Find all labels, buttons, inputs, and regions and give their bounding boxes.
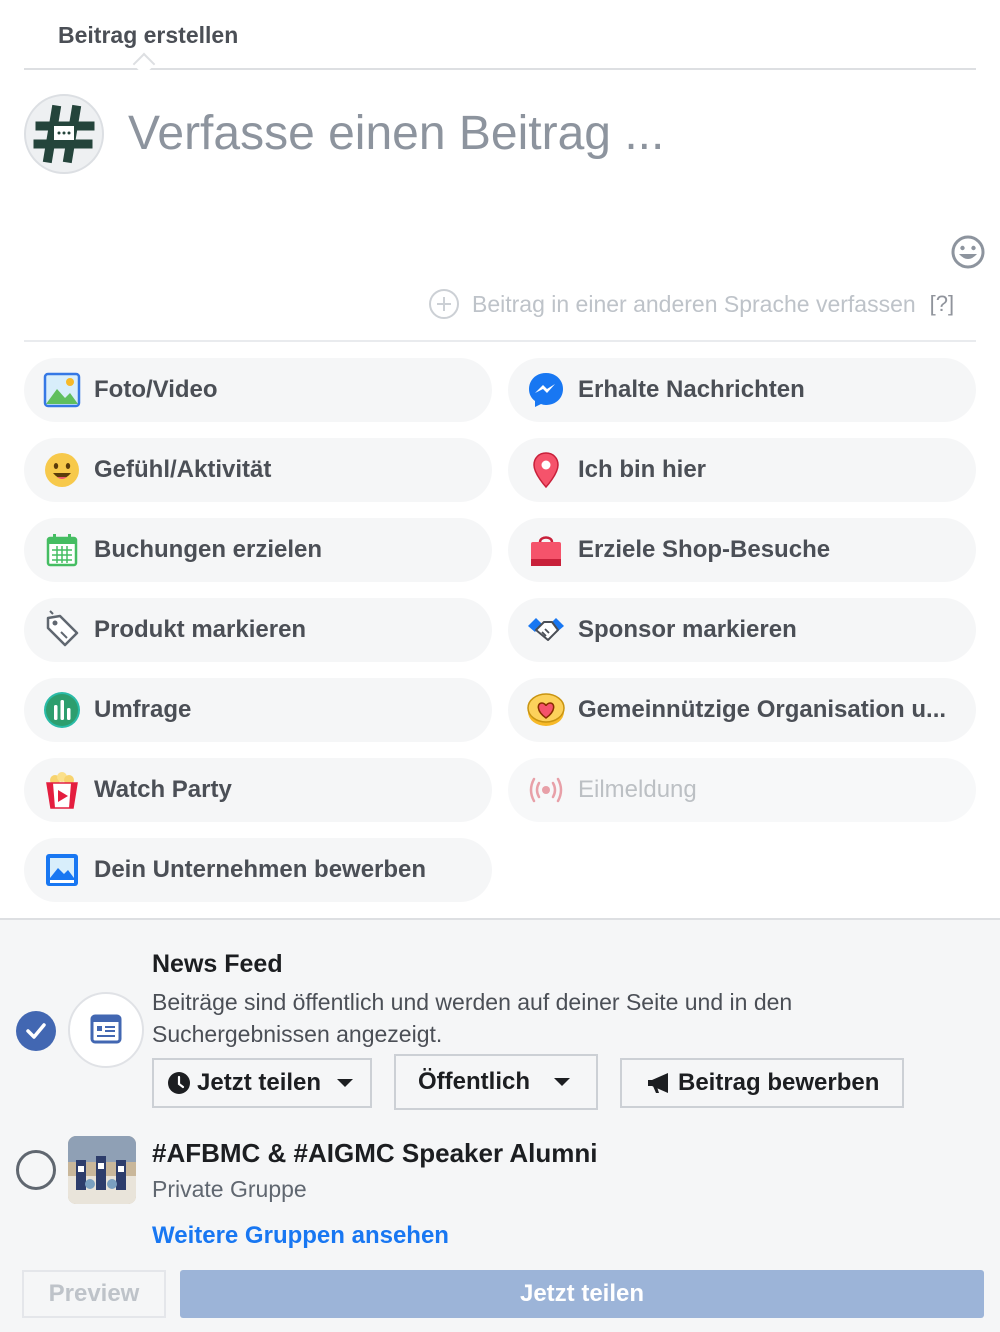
option-tag-sponsor[interactable]: Sponsor markieren (508, 598, 976, 662)
calendar-icon (46, 534, 78, 567)
handshake-icon (528, 618, 564, 641)
poll-icon (44, 692, 80, 728)
megaphone-icon (648, 1073, 668, 1093)
help-link[interactable]: [?] (930, 291, 954, 317)
tag-icon (46, 610, 79, 647)
news-feed-checkbox[interactable] (16, 1011, 56, 1051)
more-groups-link[interactable]: Weitere Gruppen ansehen (152, 1222, 449, 1250)
page-avatar (24, 94, 104, 174)
news-feed-icon (68, 992, 144, 1068)
caret-down-icon (554, 1078, 570, 1086)
checkmark-icon (26, 1023, 46, 1039)
option-label: Gefühl/Aktivität (94, 456, 272, 483)
option-label: Gemeinnützige Organisation u... (578, 696, 947, 723)
privacy-label: Öffentlich (418, 1068, 530, 1095)
option-tag-product[interactable]: Produkt markieren (24, 598, 492, 662)
schedule-dropdown[interactable]: Jetzt teilen (152, 1058, 372, 1108)
option-watch-party[interactable]: Watch Party (24, 758, 492, 822)
preview-button[interactable]: Preview (22, 1270, 166, 1318)
clock-icon (168, 1072, 190, 1094)
feed-icon (90, 1014, 122, 1044)
option-label: Buchungen erzielen (94, 536, 323, 563)
option-poll[interactable]: Umfrage (24, 678, 492, 742)
divider (24, 340, 976, 342)
option-photo-video[interactable]: Foto/Video (24, 358, 492, 422)
other-language-row: Beitrag in einer anderen Sprache verfass… (428, 286, 954, 322)
popcorn-icon (46, 772, 78, 809)
location-pin-icon (533, 452, 559, 489)
option-label: Ich bin hier (578, 456, 707, 483)
group-photo (68, 1136, 136, 1204)
tab-indicator (132, 52, 156, 76)
option-check-in[interactable]: Ich bin hier (508, 438, 976, 502)
option-get-bookings[interactable]: Buchungen erzielen (24, 518, 492, 582)
news-feed-title: News Feed (152, 950, 283, 978)
post-text-input[interactable]: Verfasse einen Beitrag ... (128, 106, 664, 161)
option-get-messages[interactable]: Erhalte Nachrichten (508, 358, 976, 422)
option-label: Dein Unternehmen bewerben (94, 856, 427, 883)
group-checkbox[interactable] (16, 1150, 56, 1190)
broadcast-icon (529, 777, 563, 803)
promote-image-icon (46, 854, 78, 886)
option-breaking-news: Eilmeldung (508, 758, 976, 822)
boost-label: Beitrag bewerben (678, 1069, 880, 1096)
add-circle-icon[interactable] (428, 288, 460, 320)
boost-post-button[interactable]: Beitrag bewerben (620, 1058, 904, 1108)
news-feed-description: Beiträge sind öffentlich und werden auf … (152, 989, 793, 1047)
privacy-dropdown[interactable]: Öffentlich (394, 1054, 598, 1110)
shopping-bag-icon (531, 536, 561, 566)
hashtag-icon (33, 104, 95, 164)
option-label: Umfrage (94, 696, 192, 723)
smiley-icon (45, 453, 79, 487)
schedule-label: Jetzt teilen (197, 1069, 322, 1096)
composer-header: Beitrag erstellen (24, 0, 976, 76)
option-feeling-activity[interactable]: Gefühl/Aktivität (24, 438, 492, 502)
other-language-link[interactable]: Beitrag in einer anderen Sprache verfass… (472, 291, 916, 318)
share-now-button[interactable]: Jetzt teilen (180, 1270, 984, 1318)
option-label: Sponsor markieren (578, 616, 797, 643)
option-shop-visits[interactable]: Erziele Shop-Besuche (508, 518, 976, 582)
group-title: #AFBMC & #AIGMC Speaker Alumni (152, 1138, 598, 1168)
group-thumbnail (68, 1136, 136, 1204)
option-nonprofit[interactable]: Gemeinnützige Organisation u... (508, 678, 976, 742)
tab-create-post[interactable]: Beitrag erstellen (58, 22, 238, 49)
option-label: Eilmeldung (578, 776, 697, 803)
charity-heart-icon (527, 693, 565, 726)
option-label: Watch Party (94, 776, 232, 803)
caret-down-icon (337, 1079, 354, 1087)
option-label: Erhalte Nachrichten (578, 376, 805, 403)
photo-icon (43, 372, 81, 408)
group-privacy: Private Gruppe (152, 1176, 307, 1202)
emoji-picker-icon[interactable] (950, 234, 986, 270)
option-label: Erziele Shop-Besuche (578, 536, 831, 563)
option-label: Produkt markieren (94, 616, 307, 643)
option-promote-business[interactable]: Dein Unternehmen bewerben (24, 838, 492, 902)
option-label: Foto/Video (94, 376, 218, 403)
messenger-icon (529, 373, 563, 407)
